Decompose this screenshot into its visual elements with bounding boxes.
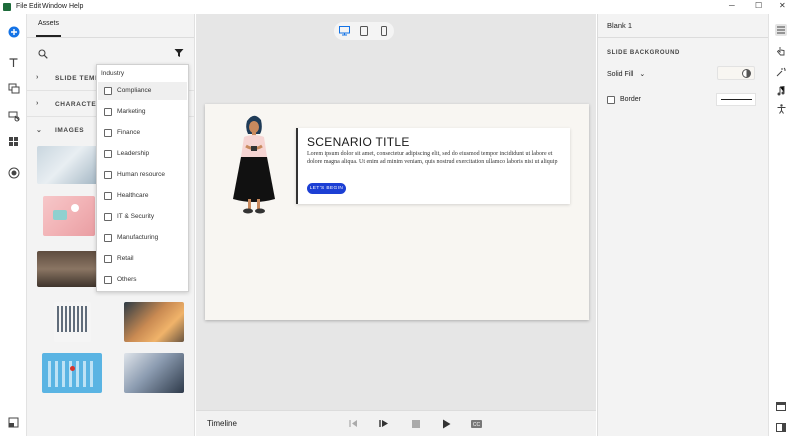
menu-file[interactable]: File [16, 3, 27, 10]
fill-type-value: Solid Fill [607, 71, 634, 78]
checkbox[interactable] [104, 276, 112, 284]
border-style-swatch[interactable] [716, 93, 756, 106]
lets-begin-button[interactable]: LET'S BEGIN [307, 183, 346, 194]
scenario-title[interactable]: SCENARIO TITLE [307, 135, 410, 149]
interaction-icon[interactable] [7, 109, 20, 122]
checkbox[interactable] [104, 129, 112, 137]
effects-icon[interactable] [775, 66, 787, 78]
fill-type-dropdown[interactable]: Solid Fill ⌄ [607, 70, 645, 78]
chevron-down-icon: ⌄ [36, 127, 43, 134]
checkbox[interactable] [104, 171, 112, 179]
add-icon[interactable] [7, 25, 20, 38]
color-picker-icon[interactable] [742, 69, 751, 78]
filter-option-marketing[interactable]: Marketing [98, 103, 187, 121]
previous-icon[interactable] [348, 418, 359, 429]
image-thumbnail-meeting[interactable] [124, 353, 184, 393]
chevron-right-icon: › [36, 100, 39, 107]
filter-option-human-resource[interactable]: Human resource [98, 166, 187, 184]
text-icon[interactable] [7, 56, 20, 69]
image-thumbnail-blue-shields[interactable] [42, 353, 102, 393]
chevron-down-icon: ⌄ [639, 71, 646, 78]
divider [27, 37, 194, 38]
checkbox[interactable] [104, 192, 112, 200]
industry-filter-dropdown: Industry Compliance Marketing Finance Le… [96, 64, 189, 292]
record-icon[interactable] [7, 166, 20, 179]
character-illustration[interactable] [231, 112, 277, 220]
menu-help[interactable]: Help [69, 3, 83, 10]
fill-color-swatch[interactable] [717, 66, 755, 80]
left-toolbar [0, 14, 27, 436]
checkbox[interactable] [104, 150, 112, 158]
collapse-icon[interactable] [775, 421, 787, 433]
image-thumbnail-library[interactable] [37, 251, 101, 287]
slide-background-heading: SLIDE BACKGROUND [607, 50, 680, 56]
filter-option-others[interactable]: Others [98, 271, 187, 289]
filter-option-healthcare[interactable]: Healthcare [98, 187, 187, 205]
checkbox[interactable] [104, 87, 112, 95]
filter-option-compliance[interactable]: Compliance [98, 82, 187, 100]
filter-option-it-security[interactable]: IT & Security [98, 208, 187, 226]
svg-text:CC: CC [473, 422, 481, 428]
checkbox[interactable] [104, 234, 112, 242]
maximize-button[interactable]: ☐ [755, 1, 762, 10]
image-thumbnail-icons-grid[interactable] [54, 302, 91, 342]
properties-icon[interactable] [775, 24, 787, 36]
filter-option-leadership[interactable]: Leadership [98, 145, 187, 163]
menu-window[interactable]: Window [42, 3, 67, 10]
image-thumbnail-pink-desk[interactable] [43, 196, 95, 236]
widgets-icon[interactable] [7, 135, 20, 148]
filter-icon[interactable] [174, 45, 184, 63]
play-from-start-icon[interactable] [378, 418, 389, 429]
right-toolbar [768, 14, 792, 436]
stop-icon[interactable] [410, 418, 421, 429]
timeline-bar: Timeline CC [196, 410, 596, 436]
scenario-card[interactable]: SCENARIO TITLE Lorem ipsum dolor sit ame… [296, 128, 570, 204]
panel-icon[interactable] [775, 400, 787, 412]
closed-captions-icon[interactable]: CC [471, 418, 482, 429]
dropdown-title: Industry [101, 70, 125, 77]
play-icon[interactable] [441, 418, 452, 429]
filter-option-retail[interactable]: Retail [98, 250, 187, 268]
asset-search-input[interactable] [51, 43, 171, 57]
filter-option-manufacturing[interactable]: Manufacturing [98, 229, 187, 247]
divider [598, 37, 769, 38]
border-checkbox[interactable] [607, 96, 615, 104]
audio-icon[interactable] [775, 85, 787, 97]
menu-edit[interactable]: Edit [29, 3, 41, 10]
image-thumbnail-construction[interactable] [124, 302, 184, 342]
close-window-button[interactable]: ✕ [779, 1, 786, 10]
tablet-icon[interactable] [358, 25, 370, 37]
touch-icon[interactable] [775, 45, 787, 57]
minimize-button[interactable]: ─ [729, 1, 735, 10]
search-icon[interactable] [38, 46, 48, 64]
menu-bar: File Edit Window Help ─ ☐ ✕ [0, 0, 792, 14]
accessibility-icon[interactable] [775, 103, 787, 115]
chevron-right-icon: › [36, 74, 39, 81]
desktop-icon[interactable] [338, 25, 350, 37]
app-logo [3, 3, 11, 11]
properties-panel: Blank 1 SLIDE BACKGROUND Solid Fill ⌄ Bo… [597, 14, 769, 436]
panel-toggle-icon[interactable] [7, 416, 20, 429]
phone-icon[interactable] [378, 25, 390, 37]
slide-name: Blank 1 [607, 21, 633, 30]
filter-option-finance[interactable]: Finance [98, 124, 187, 142]
scenario-body-text[interactable]: Lorem ipsum dolor sit amet, consectetur … [307, 151, 565, 166]
timeline-label[interactable]: Timeline [207, 419, 237, 428]
slide-canvas[interactable]: SCENARIO TITLE Lorem ipsum dolor sit ame… [205, 104, 589, 320]
device-preview-toggle [334, 22, 394, 40]
assets-tab[interactable]: Assets [38, 20, 59, 27]
canvas-area: SCENARIO TITLE Lorem ipsum dolor sit ame… [196, 14, 596, 436]
media-icon[interactable] [7, 82, 20, 95]
checkbox[interactable] [104, 213, 112, 221]
checkbox[interactable] [104, 255, 112, 263]
checkbox[interactable] [104, 108, 112, 116]
image-thumbnail-office[interactable] [37, 146, 101, 184]
